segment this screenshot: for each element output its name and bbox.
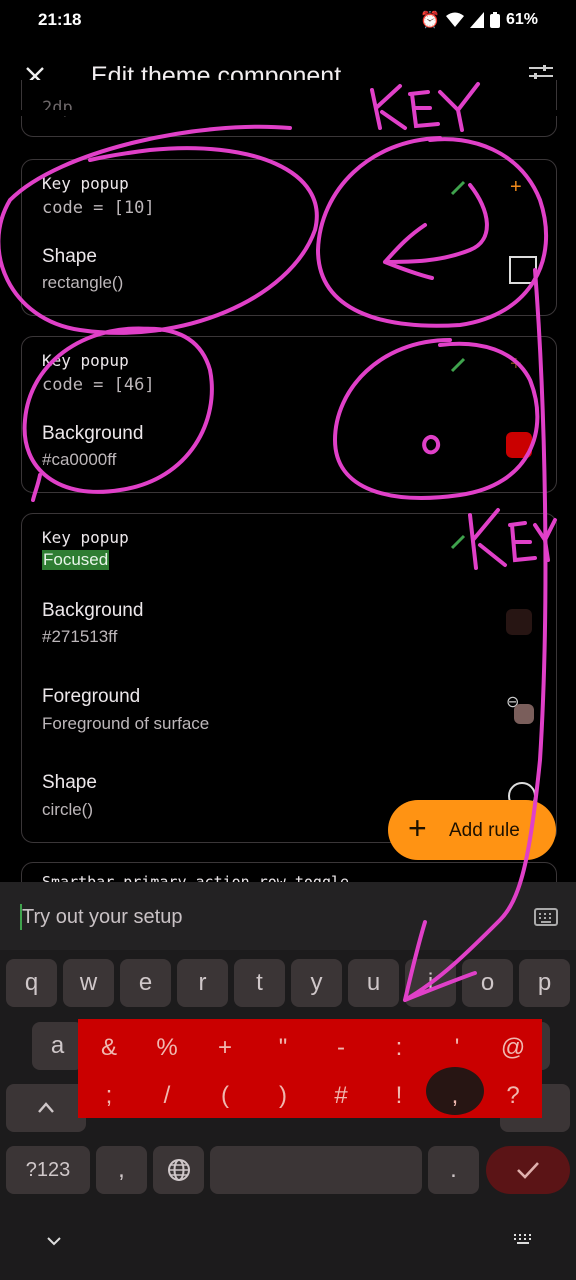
scribble-overlay: [0, 82, 557, 1002]
scribble-ellipse-2: [315, 136, 549, 328]
scribble-arrow-long: [403, 268, 548, 1002]
scribble-ellipse-3: [22, 326, 214, 494]
scribble-line: [31, 473, 42, 502]
scribble-letters-top: [370, 82, 480, 132]
scribble-dot: [422, 435, 441, 455]
scribble-ellipse-1: [0, 124, 319, 335]
scribble-arrow-1: [383, 183, 489, 280]
scribble-letters-side: [468, 508, 557, 570]
scribble-ellipse-4: [332, 338, 540, 500]
